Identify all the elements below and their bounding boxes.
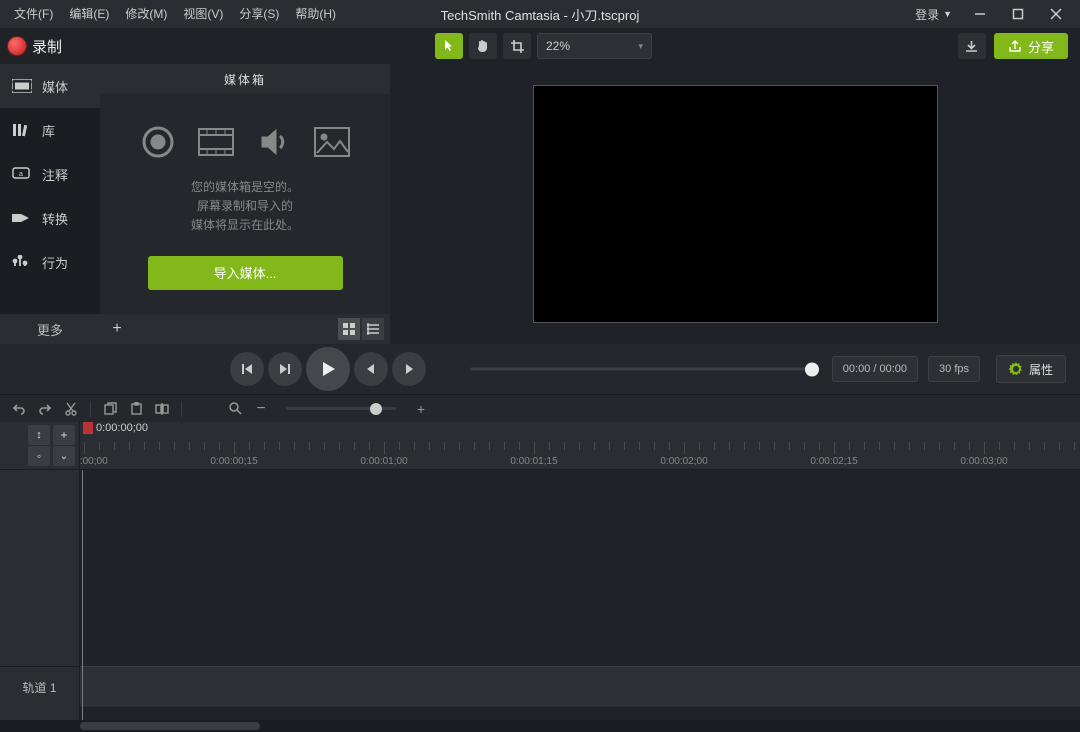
record-button[interactable]: 录制	[8, 36, 62, 57]
timeline-zoom-handle[interactable]	[370, 403, 382, 415]
chevron-down-icon: ▼	[943, 9, 952, 19]
tick-label: 0:00:03;00	[960, 456, 1007, 467]
tab-more[interactable]: 更多	[0, 314, 100, 344]
timeline-toolbar: − +	[0, 394, 1080, 422]
track-1-label[interactable]: 轨道 1	[0, 666, 79, 708]
window-title: TechSmith Camtasia - 小刀.tscproj	[441, 5, 640, 24]
step-back-button[interactable]	[354, 352, 388, 386]
tick-label: 0:00:02;15	[810, 456, 857, 467]
tool-crop[interactable]	[503, 33, 531, 59]
seek-bar[interactable]	[470, 368, 810, 371]
timeline-zoom-slider[interactable]	[286, 407, 396, 410]
record-placeholder-icon	[140, 124, 176, 160]
share-icon	[1008, 39, 1022, 53]
redo-button[interactable]	[34, 398, 56, 420]
media-icon	[12, 78, 32, 94]
timeline: ↕ + ◦ ⌄ 0:00:00;00 0:00:00;000:00:00;150…	[0, 422, 1080, 732]
svg-text:a: a	[19, 171, 23, 178]
tick-label: 0:00:00;15	[210, 456, 257, 467]
download-icon[interactable]	[958, 33, 986, 59]
zoom-out-button[interactable]: −	[250, 398, 272, 420]
menu-help[interactable]: 帮助(H)	[287, 0, 344, 28]
play-button[interactable]	[306, 347, 350, 391]
tick-label: 0:00:00;00	[80, 456, 108, 467]
seek-handle[interactable]	[805, 362, 819, 376]
tab-library[interactable]: 库	[0, 108, 100, 152]
record-icon	[8, 37, 26, 55]
left-tabs: 媒体 库 a 注释 转换 行为 更多	[0, 64, 100, 344]
track-1-strip[interactable]	[80, 666, 1080, 708]
properties-button[interactable]: 属性	[996, 355, 1066, 383]
prev-frame-button[interactable]	[230, 352, 264, 386]
share-button[interactable]: 分享	[994, 33, 1068, 59]
zoom-in-button[interactable]: +	[410, 398, 432, 420]
image-placeholder-icon	[314, 124, 350, 160]
playback-bar: 00:00 / 00:00 30 fps 属性	[0, 344, 1080, 394]
undo-button[interactable]	[8, 398, 30, 420]
login-button[interactable]: 登录 ▼	[907, 6, 960, 23]
time-display: 00:00 / 00:00	[832, 356, 918, 382]
annotations-icon: a	[12, 166, 32, 182]
media-empty-text: 您的媒体箱是空的。 屏幕录制和导入的 媒体将显示在此处。	[191, 178, 299, 236]
window-minimize[interactable]	[962, 0, 998, 28]
next-frame-button[interactable]	[268, 352, 302, 386]
tab-annotations[interactable]: a 注释	[0, 152, 100, 196]
canvas-zoom-select[interactable]: 22%	[537, 33, 652, 59]
video-placeholder-icon	[198, 124, 234, 160]
preview-pane	[390, 64, 1080, 344]
tick-label: 0:00:01;15	[510, 456, 557, 467]
menu-share[interactable]: 分享(S)	[231, 0, 287, 28]
menu-modify[interactable]: 修改(M)	[117, 0, 175, 28]
timeline-header-controls: ↕ + ◦ ⌄	[0, 422, 80, 469]
copy-button[interactable]	[99, 398, 121, 420]
menu-view[interactable]: 视图(V)	[175, 0, 231, 28]
track-side-panel: 轨道 1	[0, 470, 80, 720]
step-forward-button[interactable]	[392, 352, 426, 386]
tick-label: 0:00:01;00	[360, 456, 407, 467]
menu-edit[interactable]: 编辑(E)	[61, 0, 117, 28]
fps-display[interactable]: 30 fps	[928, 356, 980, 382]
import-media-button[interactable]: 导入媒体...	[148, 256, 343, 290]
tab-media[interactable]: 媒体	[0, 64, 100, 108]
tab-behaviors[interactable]: 行为	[0, 240, 100, 284]
audio-placeholder-icon	[256, 124, 292, 160]
track-canvas[interactable]	[80, 470, 1080, 720]
timeline-marker-icon[interactable]: ◦	[28, 446, 50, 466]
gear-icon	[1009, 362, 1023, 376]
view-grid-icon[interactable]	[338, 318, 360, 340]
timeline-scrollbar-thumb[interactable]	[80, 722, 260, 730]
timeline-scrollbar[interactable]	[0, 720, 1080, 732]
transitions-icon	[12, 210, 32, 226]
zoom-search-icon	[224, 398, 246, 420]
playhead[interactable]: 0:00:00;00	[82, 422, 94, 434]
cut-button[interactable]	[60, 398, 82, 420]
media-panel-footer: +	[100, 314, 390, 344]
tool-hand[interactable]	[469, 33, 497, 59]
tool-pointer[interactable]	[435, 33, 463, 59]
menu-bar: 文件(F) 编辑(E) 修改(M) 视图(V) 分享(S) 帮助(H) Tech…	[0, 0, 1080, 28]
timeline-lock-icon[interactable]: ↕	[28, 425, 50, 445]
window-maximize[interactable]	[1000, 0, 1036, 28]
playhead-line	[82, 470, 83, 720]
media-panel: 媒体箱 您的媒体箱是空的。 屏幕录制和导入的 媒体将显示在此处。 导入媒体...…	[100, 64, 390, 344]
window-close[interactable]	[1038, 0, 1074, 28]
tab-transitions[interactable]: 转换	[0, 196, 100, 240]
library-icon	[12, 122, 32, 138]
timeline-add-button[interactable]: +	[53, 425, 75, 445]
preview-canvas[interactable]	[533, 85, 938, 323]
paste-button[interactable]	[125, 398, 147, 420]
menu-file[interactable]: 文件(F)	[6, 0, 61, 28]
view-list-icon[interactable]	[362, 318, 384, 340]
tick-label: 0:00:02;00	[660, 456, 707, 467]
media-panel-title: 媒体箱	[100, 64, 390, 94]
add-media-button[interactable]: +	[106, 318, 128, 340]
work-area: 媒体 库 a 注释 转换 行为 更多 媒体箱	[0, 64, 1080, 344]
behaviors-icon	[12, 254, 32, 270]
timeline-collapse-button[interactable]: ⌄	[53, 446, 75, 466]
record-bar: 录制 22% 分享	[0, 28, 1080, 64]
split-button[interactable]	[151, 398, 173, 420]
timeline-ruler[interactable]: 0:00:00;00 0:00:00;00 0:00:00;15 0:00:01;0…	[80, 422, 1080, 469]
